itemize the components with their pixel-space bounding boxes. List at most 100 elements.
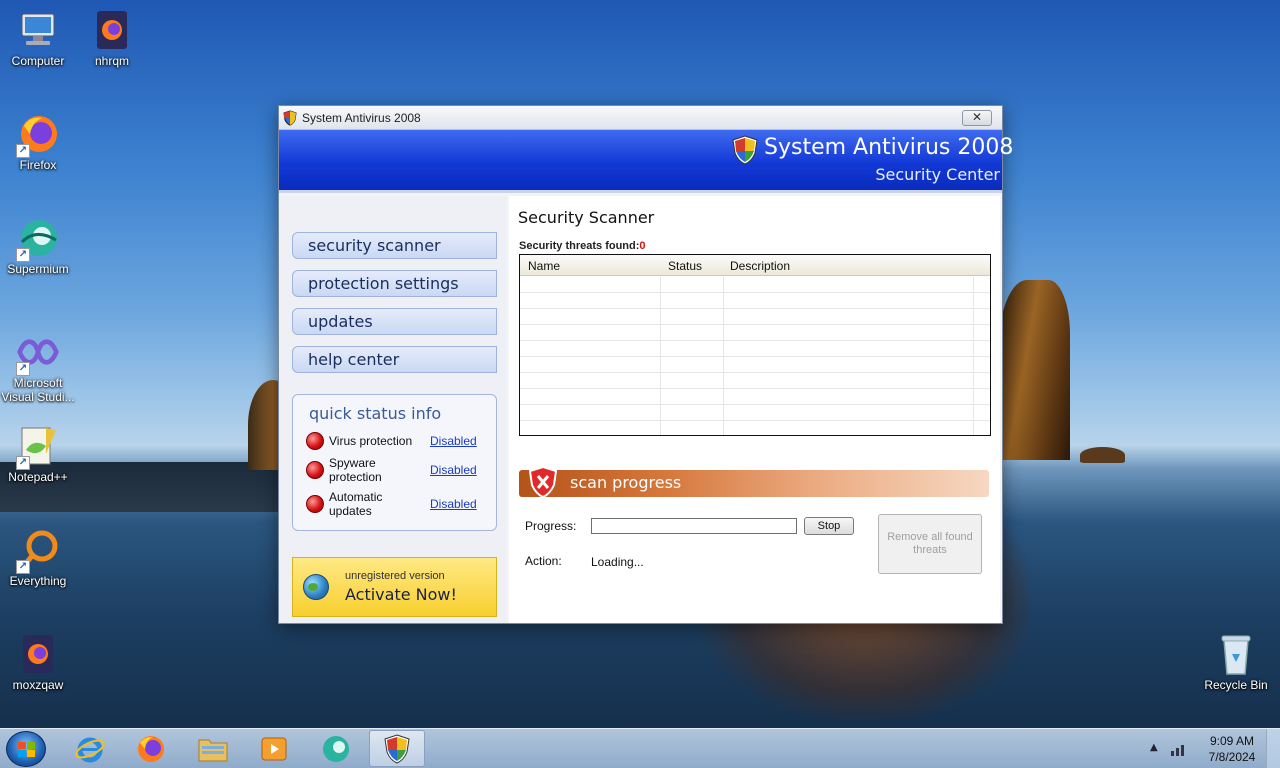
desktop-icon-label: nhrqm xyxy=(94,54,129,68)
nav-updates[interactable]: updates xyxy=(292,308,497,335)
page-title: Security Scanner xyxy=(518,208,655,227)
firefox-icon xyxy=(138,735,164,762)
activate-label: Activate Now! xyxy=(345,585,457,604)
globe-icon xyxy=(303,574,329,600)
status-row-updates: Automatic updates Disabled xyxy=(306,489,491,519)
desktop-icon-label: Firefox xyxy=(19,158,57,172)
clock-time[interactable]: 9:09 AM xyxy=(1202,734,1262,748)
threats-count: 0 xyxy=(639,240,646,252)
desktop-icon-everything[interactable]: ↗ Everything xyxy=(0,528,76,588)
supermium-icon xyxy=(323,735,349,762)
column-header-status[interactable]: Status xyxy=(668,259,702,273)
table-body xyxy=(520,277,990,435)
close-button[interactable]: ✕ xyxy=(962,109,992,126)
desktop-icon-notepad-plus-plus[interactable]: ↗ Notepad++ xyxy=(0,424,76,484)
table-header: Name Status Description xyxy=(520,255,990,276)
visual-studio-icon: ↗ xyxy=(16,330,60,376)
notepad-plus-plus-icon: ↗ xyxy=(16,424,60,470)
desktop-icon-label: Computer xyxy=(11,54,65,68)
threats-table[interactable]: Name Status Description xyxy=(519,254,991,436)
red-x-shield-icon xyxy=(529,466,557,498)
action-value: Loading... xyxy=(591,555,644,569)
activate-now-button[interactable]: unregistered version Activate Now! xyxy=(292,557,497,617)
red-alert-icon xyxy=(306,461,324,479)
status-row-virus: Virus protection Disabled xyxy=(306,426,491,456)
computer-icon xyxy=(16,8,60,52)
quick-status-heading: quick status info xyxy=(309,404,442,423)
desktop-icon-label: Supermium xyxy=(7,262,69,276)
scan-progress-title: scan progress xyxy=(570,473,682,492)
threats-label: Security threats found: xyxy=(519,240,640,252)
firefox-icon: ↗ xyxy=(16,112,60,158)
status-name: Virus protection xyxy=(329,434,413,448)
system-antivirus-icon xyxy=(384,733,410,764)
stop-button[interactable]: Stop xyxy=(804,517,854,535)
nav-help-center[interactable]: help center xyxy=(292,346,497,373)
nav-protection-settings[interactable]: protection settings xyxy=(292,270,497,297)
column-header-description[interactable]: Description xyxy=(730,259,790,273)
taskbar-media-player[interactable] xyxy=(246,730,302,767)
threats-found: Security threats found:0 xyxy=(519,240,646,252)
window-title: System Antivirus 2008 xyxy=(302,110,421,125)
column-header-name[interactable]: Name xyxy=(528,259,560,273)
taskbar-file-explorer[interactable] xyxy=(185,730,241,767)
desktop-icon-label: Everything xyxy=(9,574,67,588)
brand-title: System Antivirus 2008 xyxy=(764,135,1014,160)
status-link-updates[interactable]: Disabled xyxy=(430,497,477,511)
supermium-icon: ↗ xyxy=(16,216,60,262)
header-banner: System Antivirus 2008 Security Center xyxy=(279,130,1013,193)
clock-date[interactable]: 7/8/2024 xyxy=(1202,750,1262,764)
media-player-icon xyxy=(261,737,287,760)
recycle-bin-icon xyxy=(1214,632,1258,676)
sidebar: security scanner protection settings upd… xyxy=(279,196,507,623)
windows-logo-icon xyxy=(18,742,36,758)
network-icon[interactable] xyxy=(1170,741,1188,757)
shield-icon xyxy=(283,109,297,126)
desktop-icon-nhrqm[interactable]: nhrqm xyxy=(74,8,150,68)
taskbar-firefox[interactable] xyxy=(123,730,179,767)
show-hidden-icons-button[interactable]: ▲ xyxy=(1150,742,1158,753)
shield-logo-icon xyxy=(732,135,758,165)
red-alert-icon xyxy=(306,495,324,513)
system-tray: ▲ 9:09 AM 7/8/2024 xyxy=(1140,729,1280,768)
window-titlebar[interactable]: System Antivirus 2008 ✕ xyxy=(279,106,1002,130)
status-link-spyware[interactable]: Disabled xyxy=(430,463,477,477)
desktop-icon-label: moxzqaw xyxy=(12,678,64,692)
progress-bar xyxy=(591,518,797,534)
system-antivirus-window[interactable]: System Antivirus 2008 ✕ System Antivirus… xyxy=(278,105,1013,624)
desktop-icon-moxzqaw[interactable]: moxzqaw xyxy=(0,632,76,692)
show-desktop-button[interactable] xyxy=(1266,729,1280,768)
everything-search-icon: ↗ xyxy=(16,528,60,574)
status-link-virus[interactable]: Disabled xyxy=(430,434,477,448)
progress-label: Progress: xyxy=(525,519,577,533)
quick-status-panel: quick status info Virus protection Disab… xyxy=(292,394,497,531)
file-explorer-icon xyxy=(198,739,228,761)
taskbar: ▲ 9:09 AM 7/8/2024 xyxy=(0,728,1280,768)
nav-security-scanner[interactable]: security scanner xyxy=(292,232,497,259)
taskbar-supermium[interactable] xyxy=(308,730,364,767)
taskbar-system-antivirus[interactable] xyxy=(369,730,425,767)
unregistered-label: unregistered version xyxy=(345,570,445,582)
internet-explorer-icon xyxy=(75,737,105,762)
scanner-panel: Security Scanner Security threats found:… xyxy=(509,196,1000,623)
window-body: security scanner protection settings upd… xyxy=(279,196,1002,623)
desktop-icon-label: Notepad++ xyxy=(8,470,68,484)
desktop-icon-firefox[interactable]: ↗ Firefox xyxy=(0,112,76,172)
firefox-file-icon xyxy=(90,8,134,52)
desktop-icon-computer[interactable]: Computer xyxy=(0,8,76,68)
red-alert-icon xyxy=(306,432,324,450)
desktop-icon-visual-studio[interactable]: ↗ Microsoft Visual Studi... xyxy=(0,330,76,404)
brand-subtitle: Security Center xyxy=(875,165,1000,184)
firefox-file-icon xyxy=(16,632,60,676)
status-row-spyware: Spyware protection Disabled xyxy=(306,455,491,485)
status-name: Spyware protection xyxy=(329,456,382,484)
start-button[interactable] xyxy=(6,731,46,767)
desktop-icon-recycle-bin[interactable]: Recycle Bin xyxy=(1198,632,1274,692)
remove-threats-button[interactable]: Remove all found threats xyxy=(878,514,982,574)
desktop-icon-supermium[interactable]: ↗ Supermium xyxy=(0,216,76,276)
desktop-icon-label: Recycle Bin xyxy=(1204,678,1268,692)
desktop-icon-label: Microsoft Visual Studi... xyxy=(1,376,75,404)
scan-progress-header: scan progress xyxy=(519,466,989,498)
action-label: Action: xyxy=(525,554,562,568)
taskbar-internet-explorer[interactable] xyxy=(62,730,118,767)
